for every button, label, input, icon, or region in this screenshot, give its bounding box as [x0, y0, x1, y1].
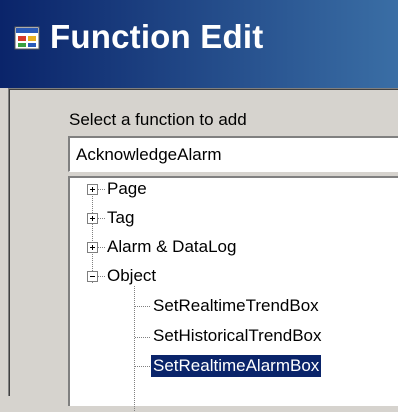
- title-bar[interactable]: Function Edit: [0, 0, 398, 88]
- tree-node-page[interactable]: Page: [70, 178, 398, 204]
- function-input[interactable]: AcknowledgeAlarm: [68, 136, 398, 172]
- tree-node-label: SetRealtimeTrendBox: [153, 296, 319, 315]
- tree-node-label: SetHistoricalTrendBox: [153, 326, 322, 345]
- app-window-icon: [14, 26, 40, 50]
- tree-node-label: Object: [107, 266, 157, 285]
- client-edge: [9, 89, 398, 90]
- collapse-minus-icon[interactable]: [87, 271, 98, 282]
- tree-node-setrealtimealarmbox[interactable]: SetRealtimeAlarmBox: [70, 355, 398, 381]
- dialog-client-area: Select a function to add AcknowledgeAlar…: [8, 88, 398, 412]
- tree-node-label-selected: SetRealtimeAlarmBox: [151, 355, 322, 377]
- expand-plus-icon[interactable]: [87, 184, 98, 195]
- tree-node-setrealtimetrendbox[interactable]: SetRealtimeTrendBox: [70, 295, 398, 321]
- tree-node-tag[interactable]: Tag: [70, 207, 398, 233]
- window-frame: [0, 88, 8, 396]
- client-edge: [9, 89, 10, 396]
- tree-node-label: Page: [107, 179, 147, 198]
- select-function-label: Select a function to add: [69, 110, 247, 129]
- tree-node-alarm-datalog[interactable]: Alarm & DataLog: [70, 236, 398, 262]
- tree-node-object[interactable]: Object: [70, 265, 398, 291]
- tree-node-label: Alarm & DataLog: [107, 237, 237, 256]
- function-tree[interactable]: Page Tag Alarm & DataLog Object SetRealt…: [68, 176, 398, 412]
- function-input-value: AcknowledgeAlarm: [76, 145, 222, 164]
- tree-node-label: Tag: [107, 208, 135, 227]
- window-title: Function Edit: [50, 18, 264, 55]
- expand-plus-icon[interactable]: [87, 242, 98, 253]
- expand-plus-icon[interactable]: [87, 213, 98, 224]
- tree-node-sethistoricaltrendbox[interactable]: SetHistoricalTrendBox: [70, 325, 398, 351]
